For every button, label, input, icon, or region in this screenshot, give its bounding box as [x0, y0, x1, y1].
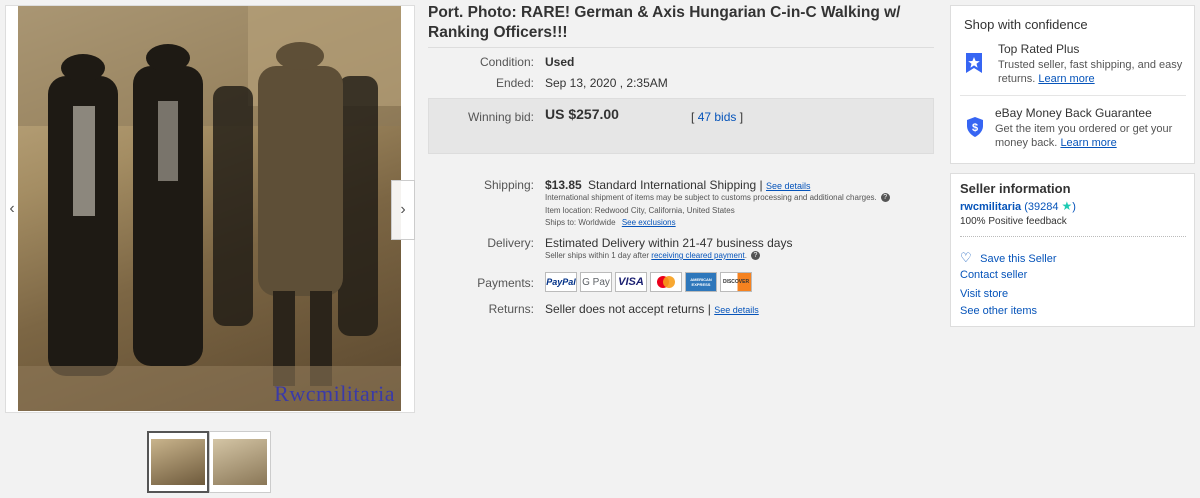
star-icon: ★ [1061, 199, 1073, 213]
top-rated-icon [964, 52, 984, 79]
winning-bid-box [428, 98, 934, 154]
customs-note-text: International shipment of items may be s… [545, 193, 877, 202]
payments-label: Payments: [477, 276, 534, 290]
ships-to-label: Ships to: [545, 218, 577, 227]
prev-photo-button[interactable]: ‹ [5, 180, 19, 238]
winning-bid-label: Winning bid: [467, 110, 534, 124]
help-icon[interactable]: ? [880, 193, 890, 203]
ended-value: Sep 13, 2020 , 2:35AM [545, 76, 668, 90]
photo-watermark: Rwcmilitaria [274, 381, 395, 406]
divider [428, 47, 934, 48]
positive-feedback: 100% Positive feedback [960, 216, 1067, 227]
top-rated-description: Trusted seller, fast shipping, and easy … [998, 58, 1183, 86]
next-photo-button[interactable]: › [391, 180, 415, 240]
shipping-label: Shipping: [483, 178, 534, 192]
shipping-separator: | [759, 178, 763, 192]
returns-separator: | [707, 302, 711, 316]
condition-label: Condition: [479, 55, 534, 69]
seller-score-close: ) [1072, 201, 1076, 213]
returns-summary: Seller does not accept returns | See det… [545, 302, 759, 316]
heart-icon: ♡ [960, 250, 972, 265]
seller-name-row: rwcmilitaria (39284 ★) [960, 199, 1076, 213]
shipping-price: $13.85 [545, 178, 582, 192]
thumbnail-image [213, 439, 267, 485]
photo-scene [18, 6, 401, 411]
contact-seller-link[interactable]: Contact seller [960, 269, 1027, 281]
top-rated-badge-svg [966, 53, 982, 73]
delivery-note: Seller ships within 1 day after receivin… [545, 251, 760, 261]
shipping-customs-note: International shipment of items may be s… [545, 193, 890, 203]
guarantee-learn-more-link[interactable]: Learn more [1060, 137, 1116, 149]
shipping-summary: $13.85 Standard International Shipping |… [545, 178, 811, 192]
returns-value: Seller does not accept returns [545, 302, 705, 316]
ships-to-value: Worldwide [578, 218, 616, 227]
google-pay-icon: G Pay [580, 272, 612, 292]
seller-divider [960, 236, 1186, 237]
mastercard-icon [650, 272, 682, 292]
svg-text:$: $ [972, 122, 978, 134]
visit-store-link[interactable]: Visit store [960, 288, 1008, 300]
amex-icon: AMERICAN EXPRESS [685, 272, 717, 292]
bracket-close: ] [739, 110, 744, 124]
item-location: Item location: Redwood City, California,… [545, 206, 735, 215]
seller-info-title: Seller information [960, 181, 1071, 196]
chevron-right-icon: › [400, 201, 406, 218]
paypal-icon: PayPal [545, 272, 577, 292]
delivery-value: Estimated Delivery within 21-47 business… [545, 236, 793, 250]
guarantee-description: Get the item you ordered or get your mon… [995, 122, 1185, 150]
see-other-items-link[interactable]: See other items [960, 305, 1037, 317]
ships-to: Ships to: Worldwide See exclusions [545, 218, 676, 227]
top-rated-learn-more-link[interactable]: Learn more [1038, 73, 1094, 85]
panel-divider [960, 95, 1186, 96]
help-icon[interactable]: ? [750, 251, 760, 261]
bids-link[interactable]: 47 bids [698, 110, 737, 124]
winning-bid-value: US $257.00 [545, 106, 619, 122]
visa-icon: VISA [615, 272, 647, 292]
shipping-see-details-link[interactable]: See details [766, 181, 811, 191]
listing-title: Port. Photo: RARE! German & Axis Hungari… [428, 4, 901, 41]
bid-count: [ 47 bids ] [691, 110, 743, 124]
see-exclusions-link[interactable]: See exclusions [622, 218, 676, 227]
cleared-payment-link[interactable]: receiving cleared payment [651, 251, 744, 260]
shield-svg: $ [967, 117, 983, 137]
seller-name-link[interactable]: rwcmilitaria [960, 201, 1021, 213]
discover-icon: DISCOVER [720, 272, 752, 292]
thumbnail-image [151, 439, 205, 485]
condition-value: Used [545, 55, 575, 69]
delivery-note-suffix: . [744, 251, 747, 260]
shipping-method: Standard International Shipping [588, 178, 757, 192]
seller-score-link[interactable]: (39284 [1024, 201, 1058, 213]
main-photo[interactable]: Rwcmilitaria [18, 6, 401, 411]
ended-label: Ended: [495, 76, 534, 90]
shield-icon: $ [965, 116, 985, 143]
delivery-label: Delivery: [487, 236, 534, 250]
returns-see-details-link[interactable]: See details [714, 305, 759, 315]
confidence-title: Shop with confidence [964, 17, 1088, 32]
guarantee-title: eBay Money Back Guarantee [995, 106, 1152, 120]
chevron-left-icon: ‹ [9, 200, 15, 217]
save-seller-label: Save this Seller [980, 253, 1057, 265]
returns-label: Returns: [488, 302, 534, 316]
save-seller-button[interactable]: ♡ Save this Seller [960, 249, 1057, 267]
delivery-note-prefix: Seller ships within 1 day after [545, 251, 650, 260]
bracket-open: [ [691, 110, 695, 124]
mastercard-logo [657, 276, 675, 288]
thumbnail-1[interactable] [147, 431, 209, 493]
thumbnail-2[interactable] [209, 431, 271, 493]
top-rated-title: Top Rated Plus [998, 42, 1080, 56]
